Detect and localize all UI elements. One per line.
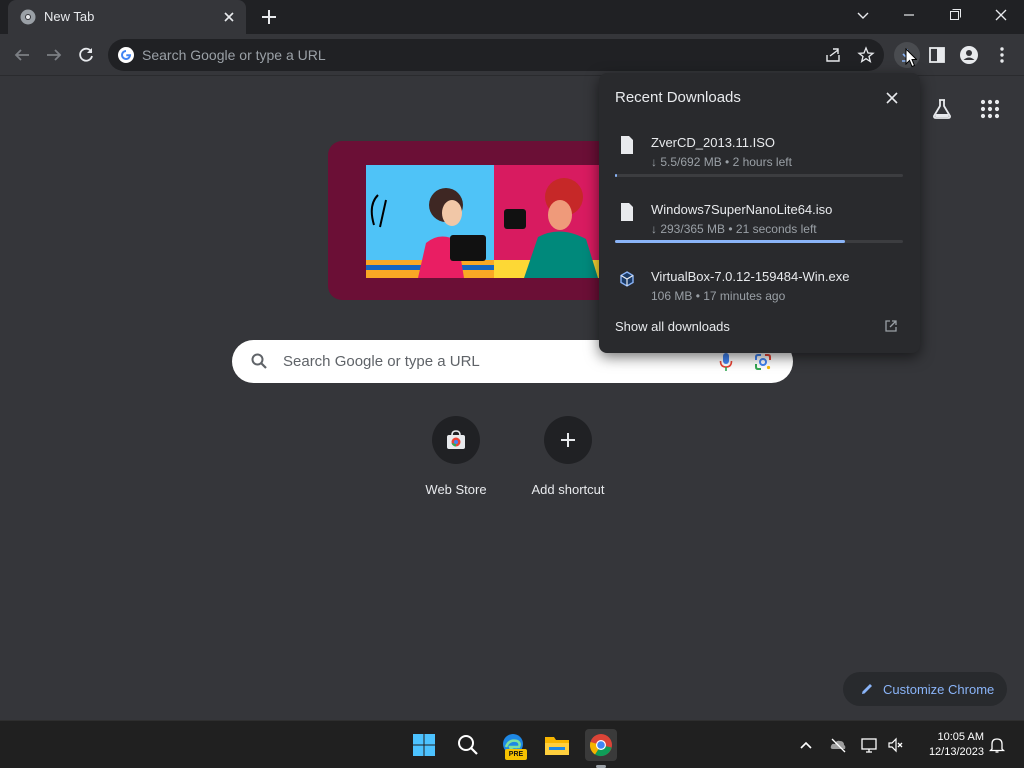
forward-icon[interactable]	[43, 44, 65, 66]
reload-icon[interactable]	[75, 44, 97, 66]
chrome-icon	[20, 9, 36, 25]
ntp-search-placeholder: Search Google or type a URL	[283, 353, 480, 370]
menu-kebab-icon[interactable]	[991, 44, 1013, 66]
download-item[interactable]: Windows7SuperNanoLite64.iso ↓ 293/365 MB…	[599, 198, 920, 256]
share-icon[interactable]	[824, 46, 842, 64]
download-status: ↓ 293/365 MB • 21 seconds left	[651, 222, 817, 236]
doodle-panel-left	[366, 165, 494, 278]
download-status: ↓ 5.5/692 MB • 2 hours left	[651, 155, 792, 169]
clock-time: 10:05 AM	[937, 731, 984, 743]
google-lens-icon[interactable]	[753, 352, 773, 372]
open-external-icon[interactable]	[884, 319, 898, 333]
onedrive-offline-icon[interactable]	[829, 736, 847, 754]
show-hidden-icons-chevron-icon[interactable]	[797, 736, 815, 754]
start-button[interactable]	[408, 729, 440, 761]
download-item[interactable]: VirtualBox-7.0.12-159484-Win.exe 106 MB …	[599, 265, 920, 323]
plus-icon	[561, 433, 575, 447]
tab-new-tab[interactable]: New Tab	[8, 0, 246, 34]
notification-bell-icon[interactable]	[988, 736, 1006, 754]
download-filename: ZverCD_2013.11.ISO	[651, 135, 776, 150]
title-bar: New Tab	[0, 0, 1024, 34]
show-all-downloads-link[interactable]: Show all downloads	[615, 319, 730, 334]
toolbar: Search Google or type a URL	[0, 34, 1024, 76]
folder-icon	[545, 737, 569, 755]
side-panel-icon[interactable]	[926, 44, 948, 66]
shortcut-label: Web Store	[425, 482, 487, 497]
virtualbox-icon	[620, 271, 634, 287]
chrome-labs-icon[interactable]	[930, 97, 954, 121]
tab-title: New Tab	[44, 9, 95, 24]
restore-icon[interactable]	[942, 4, 968, 26]
download-item[interactable]: ZverCD_2013.11.ISO ↓ 5.5/692 MB • 2 hour…	[599, 131, 920, 189]
file-icon	[621, 203, 633, 221]
network-icon[interactable]	[860, 736, 878, 754]
clock-date: 12/13/2023	[928, 746, 984, 758]
search-icon	[458, 735, 478, 755]
close-icon[interactable]	[884, 90, 900, 106]
search-icon	[251, 353, 267, 369]
back-icon[interactable]	[11, 44, 33, 66]
shortcut-tile	[432, 416, 480, 464]
minimize-icon[interactable]	[896, 4, 922, 26]
google-apps-icon[interactable]	[978, 97, 1002, 121]
close-tab-icon[interactable]	[220, 8, 238, 26]
doodle-illustration-left	[366, 188, 494, 278]
close-window-icon[interactable]	[988, 4, 1014, 26]
file-icon	[621, 136, 633, 154]
download-progress-fill	[615, 240, 846, 243]
customize-chrome-button[interactable]: Customize Chrome	[843, 672, 1007, 706]
taskbar-edge-beta[interactable]: PRE	[497, 729, 529, 761]
downloads-bubble: Recent Downloads ZverCD_2013.11.ISO ↓ 5.…	[599, 73, 920, 353]
download-status: 106 MB • 17 minutes ago	[651, 289, 786, 303]
taskbar-file-explorer[interactable]	[541, 729, 573, 761]
google-doodle[interactable]	[328, 141, 618, 300]
edge-pre-badge: PRE	[505, 749, 527, 760]
clock[interactable]: 10:05 AM 12/13/2023	[914, 730, 984, 760]
tab-search-chevron-icon[interactable]	[850, 4, 876, 26]
downloads-heading: Recent Downloads	[615, 89, 741, 106]
profile-icon[interactable]	[958, 44, 980, 66]
download-progress-fill	[615, 174, 618, 177]
customize-chrome-label: Customize Chrome	[883, 682, 995, 697]
download-filename: Windows7SuperNanoLite64.iso	[651, 202, 833, 217]
download-progress-bar	[615, 240, 903, 243]
windows-logo-icon	[413, 734, 435, 756]
omnibox-placeholder: Search Google or type a URL	[142, 47, 326, 63]
taskbar: PRE 10:05 AM 12/13/2023	[0, 720, 1024, 768]
chrome-icon	[589, 734, 612, 757]
download-filename: VirtualBox-7.0.12-159484-Win.exe	[651, 269, 850, 284]
omnibox[interactable]: Search Google or type a URL	[108, 39, 884, 71]
bookmark-star-icon[interactable]	[857, 46, 875, 64]
voice-search-icon[interactable]	[718, 352, 734, 372]
web-store-icon	[447, 430, 465, 449]
volume-muted-icon[interactable]	[887, 736, 905, 754]
google-g-icon	[118, 47, 134, 63]
download-progress-bar	[615, 174, 903, 177]
taskbar-chrome[interactable]	[585, 729, 617, 768]
new-tab-icon[interactable]	[259, 7, 279, 27]
taskbar-search-button[interactable]	[452, 729, 484, 761]
shortcut-tile	[544, 416, 592, 464]
pencil-icon	[862, 684, 872, 694]
mouse-cursor-icon	[905, 48, 917, 68]
shortcut-add[interactable]: Add shortcut	[512, 416, 624, 506]
shortcut-label: Add shortcut	[531, 482, 605, 497]
shortcut-web-store[interactable]: Web Store	[400, 416, 512, 506]
